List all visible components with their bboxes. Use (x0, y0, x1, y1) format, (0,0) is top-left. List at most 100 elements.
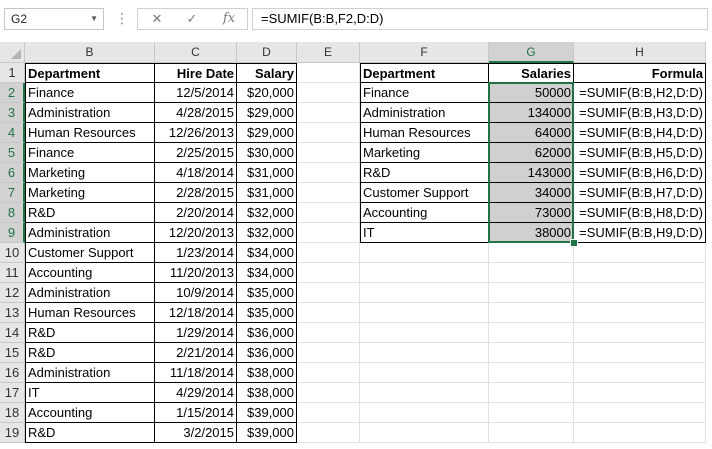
salary-sum-cell[interactable]: 143000 (489, 163, 574, 183)
grid-cell-e10[interactable] (297, 243, 360, 263)
grid-cell[interactable] (574, 243, 706, 263)
table1-cell[interactable]: R&D (25, 343, 155, 363)
grid-cell-e2[interactable] (297, 83, 360, 103)
grid-cell[interactable] (574, 383, 706, 403)
table1-cell[interactable]: $29,000 (237, 103, 297, 123)
table1-header[interactable]: Department (25, 63, 155, 83)
table2-cell[interactable]: =SUMIF(B:B,H7,D:D) (574, 183, 706, 203)
row-header-12[interactable]: 12 (0, 283, 25, 303)
grid-cell[interactable] (574, 263, 706, 283)
row-header-14[interactable]: 14 (0, 323, 25, 343)
table1-cell[interactable]: Marketing (25, 183, 155, 203)
row-header-18[interactable]: 18 (0, 403, 25, 423)
grid-cell[interactable] (360, 323, 489, 343)
table1-cell[interactable]: $20,000 (237, 83, 297, 103)
table2-header[interactable]: Salaries (489, 63, 574, 83)
grid-cell-e19[interactable] (297, 423, 360, 443)
chevron-down-icon[interactable]: ▼ (90, 9, 98, 29)
row-header-3[interactable]: 3 (0, 103, 25, 123)
table1-cell[interactable]: Accounting (25, 403, 155, 423)
table1-cell[interactable]: 1/15/2014 (155, 403, 237, 423)
grid-cell[interactable] (360, 403, 489, 423)
table1-cell[interactable]: 12/26/2013 (155, 123, 237, 143)
select-all-button[interactable] (0, 42, 25, 63)
table1-cell[interactable]: Marketing (25, 163, 155, 183)
row-header-2[interactable]: 2 (0, 83, 25, 103)
grid-cell-e1[interactable] (297, 63, 360, 83)
table1-cell[interactable]: 12/5/2014 (155, 83, 237, 103)
grid-cell-e15[interactable] (297, 343, 360, 363)
table1-cell[interactable]: Administration (25, 363, 155, 383)
grid-cell-e13[interactable] (297, 303, 360, 323)
table1-cell[interactable]: $31,000 (237, 163, 297, 183)
formula-input[interactable]: =SUMIF(B:B,F2,D:D) (252, 8, 708, 30)
table1-cell[interactable]: Administration (25, 103, 155, 123)
grid-cell[interactable] (360, 363, 489, 383)
table1-cell[interactable]: R&D (25, 423, 155, 443)
table1-cell[interactable]: Customer Support (25, 243, 155, 263)
table1-cell[interactable]: $39,000 (237, 403, 297, 423)
grid-cell[interactable] (574, 423, 706, 443)
grid-cell[interactable] (574, 363, 706, 383)
grid-cell[interactable] (574, 303, 706, 323)
grid-cell-e8[interactable] (297, 203, 360, 223)
table2-cell[interactable]: Accounting (360, 203, 489, 223)
table1-cell[interactable]: 11/20/2013 (155, 263, 237, 283)
table1-cell[interactable]: Accounting (25, 263, 155, 283)
table1-cell[interactable]: $34,000 (237, 263, 297, 283)
column-header-g[interactable]: G (489, 42, 574, 63)
table2-cell[interactable]: =SUMIF(B:B,H6,D:D) (574, 163, 706, 183)
table1-cell[interactable]: $39,000 (237, 423, 297, 443)
row-header-7[interactable]: 7 (0, 183, 25, 203)
table1-cell[interactable]: $38,000 (237, 383, 297, 403)
salary-sum-cell[interactable]: 34000 (489, 183, 574, 203)
name-box[interactable]: G2 ▼ (4, 8, 104, 30)
row-header-15[interactable]: 15 (0, 343, 25, 363)
enter-icon[interactable]: ✓ (177, 9, 207, 29)
table1-cell[interactable]: $32,000 (237, 223, 297, 243)
table2-cell[interactable]: Human Resources (360, 123, 489, 143)
table1-cell[interactable]: $31,000 (237, 183, 297, 203)
column-header-d[interactable]: D (237, 42, 297, 63)
row-header-4[interactable]: 4 (0, 123, 25, 143)
grid-cell[interactable] (360, 303, 489, 323)
cancel-icon[interactable]: ✕ (142, 9, 172, 29)
table1-cell[interactable]: R&D (25, 323, 155, 343)
table1-cell[interactable]: $34,000 (237, 243, 297, 263)
grid-cell-e17[interactable] (297, 383, 360, 403)
row-header-10[interactable]: 10 (0, 243, 25, 263)
grid-cell[interactable] (360, 423, 489, 443)
table1-cell[interactable]: 3/2/2015 (155, 423, 237, 443)
column-header-b[interactable]: B (25, 42, 155, 63)
grid-cell-e6[interactable] (297, 163, 360, 183)
column-header-h[interactable]: H (574, 42, 706, 63)
grid-cell-e16[interactable] (297, 363, 360, 383)
table1-cell[interactable]: 2/21/2014 (155, 343, 237, 363)
grid-cell[interactable] (489, 303, 574, 323)
table2-cell[interactable]: IT (360, 223, 489, 243)
table1-cell[interactable]: 4/28/2015 (155, 103, 237, 123)
grid-cell[interactable] (574, 403, 706, 423)
grid-cell-e9[interactable] (297, 223, 360, 243)
row-header-11[interactable]: 11 (0, 263, 25, 283)
salary-sum-cell[interactable]: 134000 (489, 103, 574, 123)
table2-cell[interactable]: Administration (360, 103, 489, 123)
grid-cell[interactable] (489, 243, 574, 263)
fill-handle[interactable] (570, 239, 578, 247)
table1-header[interactable]: Salary (237, 63, 297, 83)
table1-cell[interactable]: $36,000 (237, 323, 297, 343)
table2-cell[interactable]: =SUMIF(B:B,H8,D:D) (574, 203, 706, 223)
table1-cell[interactable]: $38,000 (237, 363, 297, 383)
row-header-13[interactable]: 13 (0, 303, 25, 323)
table1-cell[interactable]: $29,000 (237, 123, 297, 143)
row-header-9[interactable]: 9 (0, 223, 25, 243)
grid-cell[interactable] (360, 263, 489, 283)
table2-cell[interactable]: Marketing (360, 143, 489, 163)
grid-cell[interactable] (360, 343, 489, 363)
grid-cell-e3[interactable] (297, 103, 360, 123)
grid-cell[interactable] (489, 323, 574, 343)
grid-cell[interactable] (489, 363, 574, 383)
table1-cell[interactable]: 12/20/2013 (155, 223, 237, 243)
table2-cell[interactable]: =SUMIF(B:B,H3,D:D) (574, 103, 706, 123)
table1-cell[interactable]: $30,000 (237, 143, 297, 163)
